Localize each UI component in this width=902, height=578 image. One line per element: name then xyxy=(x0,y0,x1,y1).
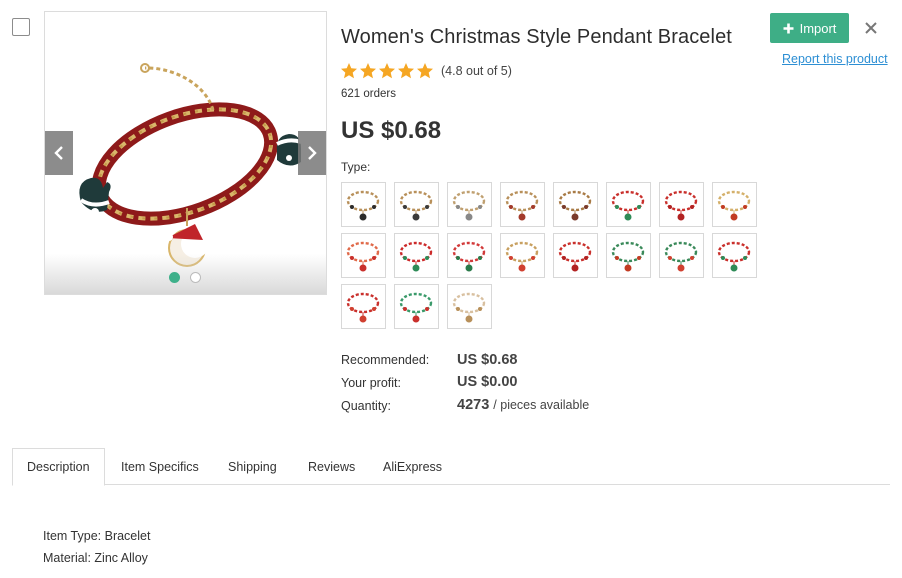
variant-option[interactable] xyxy=(712,182,757,227)
chevron-left-icon xyxy=(54,146,63,160)
tab-shipping[interactable]: Shipping xyxy=(214,448,291,485)
description-line: Item Type: Bracelet xyxy=(43,529,151,543)
product-title: Women's Christmas Style Pendant Bracelet xyxy=(341,26,732,48)
close-icon xyxy=(865,22,877,34)
quantity-unit: / pieces available xyxy=(493,398,590,412)
variant-option[interactable] xyxy=(712,233,757,278)
order-count: 621 orders xyxy=(341,88,396,100)
variant-option[interactable] xyxy=(606,182,651,227)
variant-thumbnail xyxy=(346,292,380,323)
variant-thumbnail xyxy=(664,190,698,221)
star-icon xyxy=(341,63,357,79)
variant-thumbnail xyxy=(717,241,751,272)
variant-option[interactable] xyxy=(341,182,386,227)
variant-thumbnail xyxy=(452,241,486,272)
variant-thumbnail xyxy=(346,190,380,221)
variant-thumbnail xyxy=(452,292,486,323)
variant-thumbnail xyxy=(399,292,433,323)
tab-description[interactable]: Description xyxy=(12,448,105,486)
type-label: Type: xyxy=(341,160,371,174)
gallery-next-button[interactable] xyxy=(298,131,326,175)
variant-option[interactable] xyxy=(394,182,439,227)
variant-option[interactable] xyxy=(500,182,545,227)
variant-thumbnail xyxy=(346,241,380,272)
tab-item-specifics[interactable]: Item Specifics xyxy=(107,448,213,485)
recommended-value: US $0.68 xyxy=(457,352,518,368)
profit-label: Your profit: xyxy=(341,376,401,390)
rating-text: (4.8 out of 5) xyxy=(441,64,512,78)
star-icon xyxy=(398,63,414,79)
chevron-right-icon xyxy=(308,146,317,160)
description-line: Material: Zinc Alloy xyxy=(43,551,148,565)
gallery-dot[interactable] xyxy=(190,272,201,283)
product-image-gallery xyxy=(44,11,327,295)
variant-thumbnail xyxy=(505,190,539,221)
close-button[interactable] xyxy=(862,19,880,37)
report-product-link[interactable]: Report this product xyxy=(782,52,888,66)
import-label: Import xyxy=(799,20,837,36)
product-image xyxy=(79,63,302,267)
variant-thumbnail xyxy=(611,241,645,272)
variant-option[interactable] xyxy=(447,233,492,278)
variant-thumbnail xyxy=(399,241,433,272)
variant-thumbnail xyxy=(611,190,645,221)
variant-thumbnail xyxy=(558,190,592,221)
quantity-label: Quantity: xyxy=(341,399,392,413)
rating-stars xyxy=(340,62,434,80)
tab-aliexpress[interactable]: AliExpress xyxy=(369,448,456,485)
gallery-dot[interactable] xyxy=(169,272,180,283)
variant-option[interactable] xyxy=(341,284,386,329)
variant-option[interactable] xyxy=(659,182,704,227)
quantity-display: 4273 / pieces available xyxy=(457,397,589,413)
recommended-label: Recommended: xyxy=(341,353,430,367)
star-icon xyxy=(379,63,395,79)
variant-thumbnail xyxy=(558,241,592,272)
product-rating: (4.8 out of 5) xyxy=(340,62,512,80)
variant-option[interactable] xyxy=(659,233,704,278)
select-product-checkbox[interactable] xyxy=(12,18,30,36)
quantity-value: 4273 xyxy=(457,397,490,413)
variant-option[interactable] xyxy=(394,284,439,329)
variant-thumbnail xyxy=(664,241,698,272)
variant-thumbnail xyxy=(452,190,486,221)
tab-reviews[interactable]: Reviews xyxy=(294,448,369,485)
product-tabs: Description Item Specifics Shipping Reviews… xyxy=(12,448,890,486)
variant-option[interactable] xyxy=(500,233,545,278)
variant-thumbnail xyxy=(399,190,433,221)
gallery-pagination xyxy=(169,272,201,283)
variant-thumbnail xyxy=(717,190,751,221)
variant-option[interactable] xyxy=(553,182,598,227)
variant-option[interactable] xyxy=(447,284,492,329)
variant-option[interactable] xyxy=(341,233,386,278)
variant-option[interactable] xyxy=(553,233,598,278)
star-icon xyxy=(360,63,376,79)
product-price: US $0.68 xyxy=(341,117,442,144)
variant-thumbnail xyxy=(505,241,539,272)
import-button[interactable]: Import xyxy=(770,13,849,43)
variant-option[interactable] xyxy=(394,233,439,278)
variant-option[interactable] xyxy=(447,182,492,227)
variant-option[interactable] xyxy=(606,233,651,278)
plus-icon xyxy=(783,23,794,33)
gallery-prev-button[interactable] xyxy=(45,131,73,175)
star-icon xyxy=(417,63,433,79)
profit-value: US $0.00 xyxy=(457,374,518,390)
